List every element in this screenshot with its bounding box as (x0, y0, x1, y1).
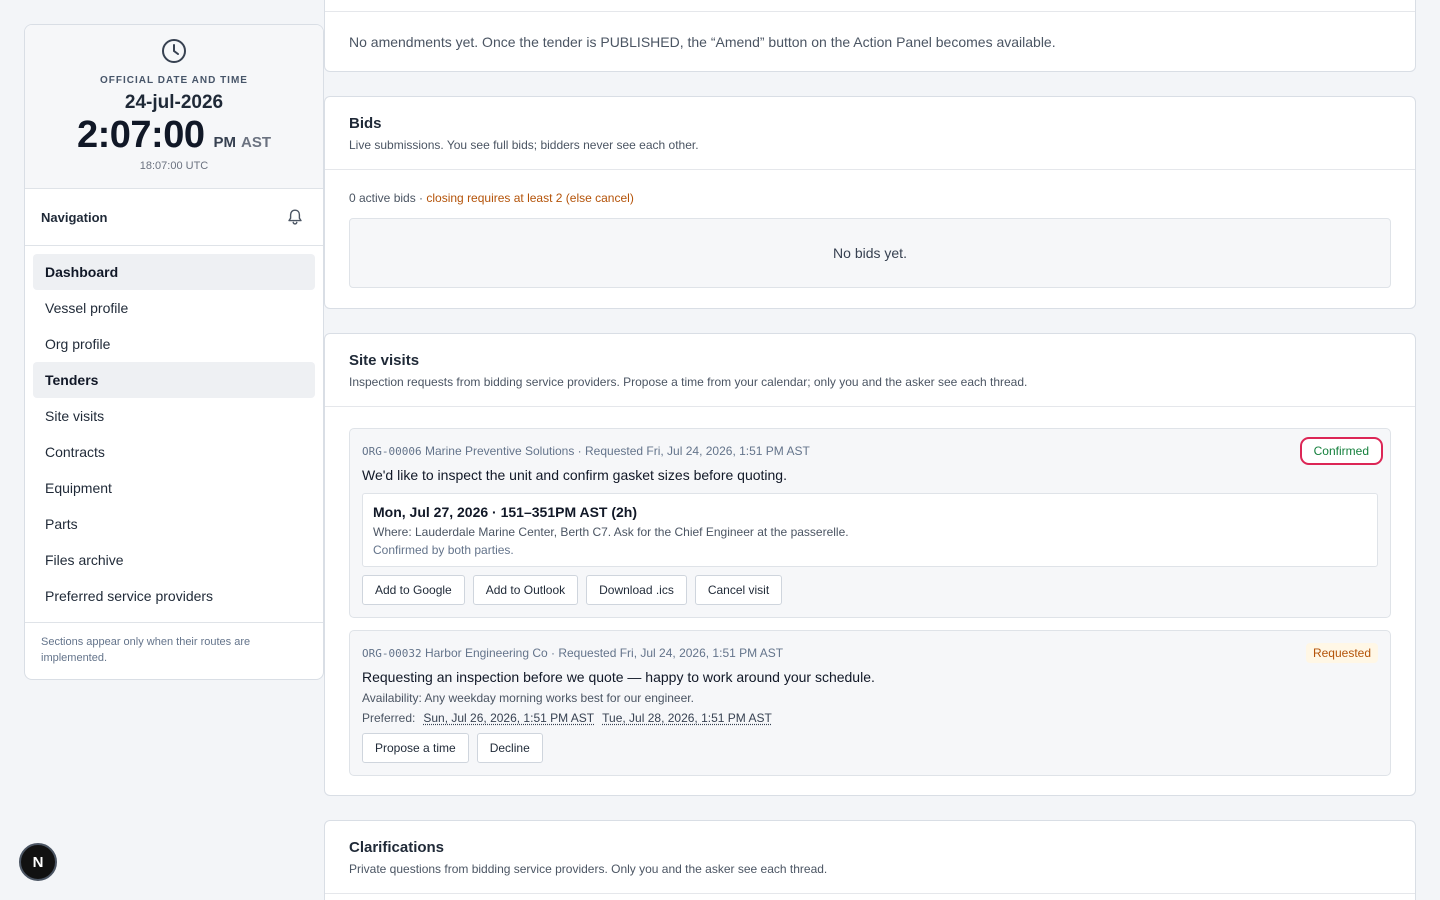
nav-item-dashboard[interactable]: Dashboard (33, 254, 315, 290)
bids-empty-state: No bids yet. (349, 218, 1391, 288)
visit-message: We'd like to inspect the unit and confir… (362, 467, 787, 483)
preferred-time: Tue, Jul 28, 2026, 1:51 PM AST (602, 711, 772, 725)
clarifications-header: Clarifications Private questions from bi… (325, 821, 1415, 894)
clock-time: 2:07:00 (77, 114, 205, 156)
nav-item-preferred-service-providers[interactable]: Preferred service providers (33, 578, 315, 614)
status-badge: Requested (1305, 643, 1378, 663)
sidebar: OFFICIAL DATE AND TIME 24-jul-2026 2:07:… (24, 24, 324, 680)
bell-icon (288, 209, 302, 225)
nav-item-files-archive[interactable]: Files archive (33, 542, 315, 578)
clock-icon (162, 39, 186, 63)
visit-meta: ORG-00006 Marine Preventive Solutions · … (362, 444, 810, 458)
visit-actions: Add to Google Add to Outlook Download .i… (362, 575, 783, 605)
visit-actions: Propose a time Decline (362, 733, 543, 763)
propose-time-button[interactable]: Propose a time (362, 733, 469, 763)
nav-item-site-visits[interactable]: Site visits (33, 398, 315, 434)
notifications-button[interactable] (283, 205, 307, 229)
clarifications-card: Clarifications Private questions from bi… (324, 820, 1416, 900)
clock-caption: OFFICIAL DATE AND TIME (100, 75, 248, 86)
add-to-outlook-button[interactable]: Add to Outlook (472, 575, 579, 605)
site-visits-header: Site visits Inspection requests from bid… (325, 334, 1415, 407)
site-visits-title: Site visits (349, 352, 420, 369)
clock-date: 24-jul-2026 (124, 92, 224, 113)
bids-subtitle: Live submissions. You see full bids; bid… (349, 138, 699, 152)
bids-active-count: 0 active bids · (349, 191, 427, 205)
nav-item-contracts[interactable]: Contracts (33, 434, 315, 470)
preferred-time: Sun, Jul 26, 2026, 1:51 PM AST (423, 711, 595, 725)
slot-location: Where: Lauderdale Marine Center, Berth C… (373, 525, 849, 539)
sidebar-note: Sections appear only when their routes a… (41, 636, 251, 664)
download-ics-button[interactable]: Download .ics (586, 575, 687, 605)
nav-header: Navigation (25, 189, 323, 246)
cancel-visit-button[interactable]: Cancel visit (694, 575, 783, 605)
nav-item-org-profile[interactable]: Org profile (33, 326, 315, 362)
site-visit-thread: ORG-00032 Harbor Engineering Co · Reques… (349, 630, 1391, 776)
visit-org-requested: Harbor Engineering Co · Requested Fri, J… (421, 646, 784, 660)
amendments-card: No amendments yet. Once the tender is PU… (324, 0, 1416, 72)
nav-item-parts[interactable]: Parts (33, 506, 315, 542)
bids-card: Bids Live submissions. You see full bids… (324, 96, 1416, 309)
site-visits-subtitle: Inspection requests from bidding service… (349, 375, 1028, 389)
clock-utc: 18:07:00 UTC (139, 160, 209, 172)
slot-confirmation: Confirmed by both parties. (373, 543, 514, 557)
nav-title: Navigation (41, 209, 108, 225)
confirmed-slot: Mon, Jul 27, 2026 · 151–351PM AST (2h) W… (362, 493, 1378, 567)
visit-org-id: ORG-00006 (362, 445, 422, 458)
preferred-label: Preferred: (362, 711, 416, 725)
visit-message: Requesting an inspection before we quote… (362, 669, 875, 685)
official-clock: OFFICIAL DATE AND TIME 24-jul-2026 2:07:… (25, 25, 323, 189)
visit-availability: Availability: Any weekday morning works … (362, 691, 694, 705)
visit-org-id: ORG-00032 (362, 647, 422, 660)
site-visit-thread: ORG-00006 Marine Preventive Solutions · … (349, 428, 1391, 618)
amendments-divider (325, 11, 1415, 12)
clarifications-subtitle: Private questions from bidding service p… (349, 862, 828, 876)
amendments-empty-text: No amendments yet. Once the tender is PU… (349, 34, 1056, 50)
clock-time-row: 2:07:00 PM AST (25, 114, 323, 157)
add-to-google-button[interactable]: Add to Google (362, 575, 465, 605)
dev-tools-button[interactable]: N (19, 843, 57, 881)
nav-item-vessel-profile[interactable]: Vessel profile (33, 290, 315, 326)
bids-title: Bids (349, 115, 382, 132)
visit-meta: ORG-00032 Harbor Engineering Co · Reques… (362, 646, 783, 660)
visit-org-requested: Marine Preventive Solutions · Requested … (421, 444, 810, 458)
nav-list: Dashboard Vessel profile Org profile Ten… (25, 246, 323, 623)
slot-datetime: Mon, Jul 27, 2026 · 151–351PM AST (2h) (373, 504, 638, 520)
bids-status-line: 0 active bids · closing requires at leas… (349, 191, 634, 205)
clarifications-title: Clarifications (349, 839, 445, 856)
bids-header: Bids Live submissions. You see full bids… (325, 97, 1415, 170)
visit-preferred-times: Preferred: Sun, Jul 26, 2026, 1:51 PM AS… (362, 711, 772, 725)
clock-ampm: PM (213, 134, 236, 151)
nav-item-tenders[interactable]: Tenders (33, 362, 315, 398)
status-badge: Confirmed (1299, 437, 1383, 465)
bids-closing-warning: closing requires at least 2 (else cancel… (426, 191, 634, 205)
clock-timezone: AST (240, 134, 271, 151)
site-visits-card: Site visits Inspection requests from bid… (324, 333, 1416, 796)
decline-button[interactable]: Decline (476, 733, 543, 763)
nav-item-equipment[interactable]: Equipment (33, 470, 315, 506)
